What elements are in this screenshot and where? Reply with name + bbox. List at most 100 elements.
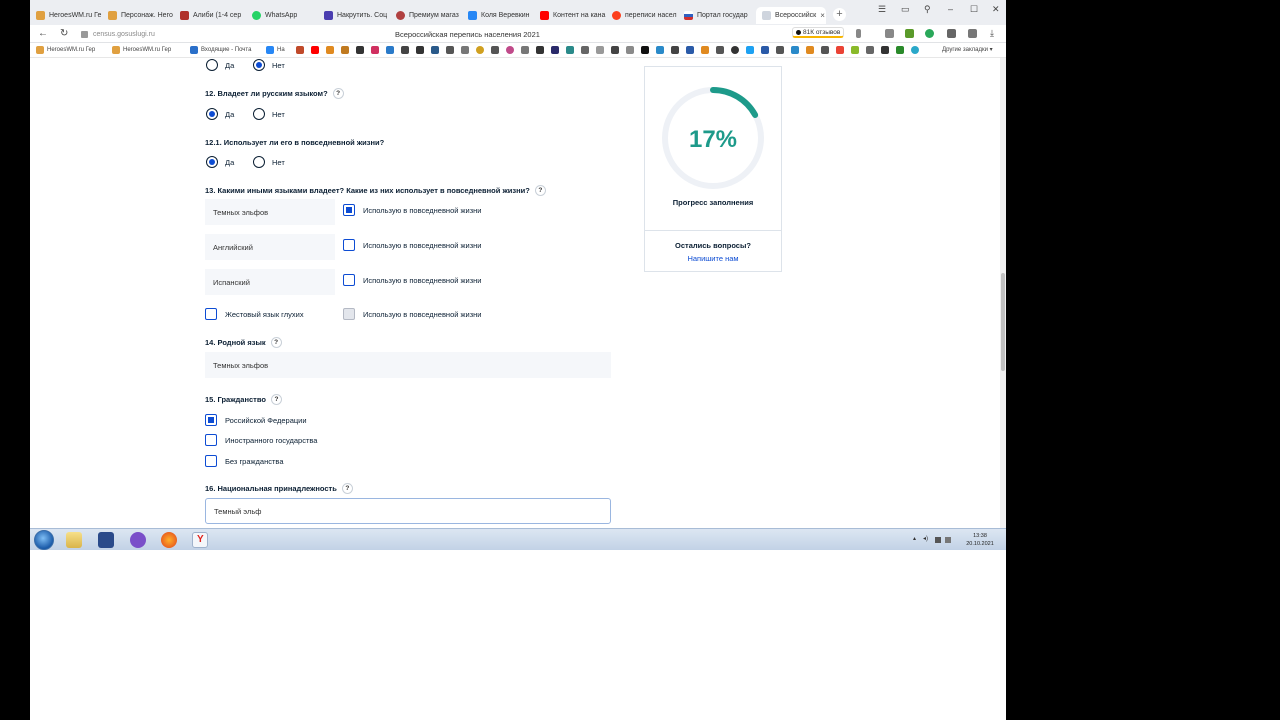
language-3-daily-checkbox[interactable] xyxy=(343,274,355,286)
save-icon[interactable] xyxy=(98,532,114,548)
help-icon[interactable]: ? xyxy=(332,88,344,99)
bookmark-icon-33[interactable] xyxy=(776,46,784,54)
tab-gosuslugi[interactable]: Портал государ xyxy=(684,7,750,24)
bookmark-vk[interactable]: На xyxy=(266,46,285,54)
sign-language-checkbox[interactable] xyxy=(205,308,217,320)
bookmark-icon-38[interactable] xyxy=(851,46,859,54)
download-ext-icon[interactable] xyxy=(905,29,914,38)
bookmark-icon-19[interactable] xyxy=(566,46,574,54)
bookmark-icon-36[interactable] xyxy=(821,46,829,54)
bookmark-icon-27[interactable] xyxy=(686,46,694,54)
bookmark-icon-23[interactable] xyxy=(626,46,634,54)
shield-icon[interactable] xyxy=(925,29,934,38)
tab-yandex[interactable]: переписи насел xyxy=(612,7,678,24)
bookmark-icon-21[interactable] xyxy=(596,46,604,54)
bookmark-icon[interactable] xyxy=(856,29,861,38)
q12-yes-radio[interactable] xyxy=(206,108,218,120)
viber-icon[interactable] xyxy=(130,532,146,548)
help-icon[interactable]: ? xyxy=(534,185,546,196)
bookmark-icon-17[interactable] xyxy=(536,46,544,54)
language-field-3[interactable]: Испанский xyxy=(205,269,335,295)
bookmark-icon-13[interactable] xyxy=(476,46,484,54)
q12-1-no-radio[interactable] xyxy=(253,156,265,168)
sync-icon[interactable] xyxy=(947,29,956,38)
tab-whatsapp[interactable]: WhatsApp xyxy=(252,7,318,24)
q11-no-radio[interactable] xyxy=(253,59,265,71)
tab-census-active[interactable]: Всероссийск × xyxy=(756,7,826,24)
tab-premium[interactable]: Премиум магаз xyxy=(396,7,462,24)
tab-close-icon[interactable]: × xyxy=(820,11,825,20)
citizenship-rf-checkbox[interactable] xyxy=(205,414,217,426)
bookmark-icon-25[interactable] xyxy=(656,46,664,54)
reviews-badge[interactable]: 81К отзывов xyxy=(792,27,845,38)
help-icon[interactable]: ? xyxy=(270,394,282,405)
bookmark-icon-14[interactable] xyxy=(491,46,499,54)
back-icon[interactable]: ← xyxy=(38,28,48,39)
youtube-icon[interactable] xyxy=(311,46,319,54)
clock[interactable]: 13:38 20.10.2021 xyxy=(962,532,998,548)
bookmark-icon-12[interactable] xyxy=(461,46,469,54)
explorer-icon[interactable] xyxy=(66,532,82,548)
bookmark-icon-4[interactable] xyxy=(341,46,349,54)
bookmark-heroes-2[interactable]: HeroesWM.ru Гер xyxy=(112,46,171,54)
bookmark-icon-41[interactable] xyxy=(896,46,904,54)
tab-alibi[interactable]: Алиби (1-4 сер xyxy=(180,7,246,24)
bookmark-icon-8[interactable] xyxy=(401,46,409,54)
bookmark-icon-5[interactable] xyxy=(356,46,364,54)
bookmark-icon-37[interactable] xyxy=(836,46,844,54)
native-language-field[interactable]: Темных эльфов xyxy=(205,352,611,378)
bookmark-icon-7[interactable] xyxy=(386,46,394,54)
language-field-1[interactable]: Темных эльфов xyxy=(205,199,335,225)
tab-youtube[interactable]: Контент на кана xyxy=(540,7,606,24)
bookmark-icon-11[interactable] xyxy=(446,46,454,54)
tab-boost[interactable]: Накрутить. Соц xyxy=(324,7,390,24)
bookmark-icon-3[interactable] xyxy=(326,46,334,54)
pin-icon[interactable]: ⚲ xyxy=(924,4,931,15)
bookmark-icon-29[interactable] xyxy=(716,46,724,54)
close-window-icon[interactable]: ✕ xyxy=(992,4,1000,15)
tab-character[interactable]: Персонаж. Него xyxy=(108,7,174,24)
menu-icon[interactable]: ☰ xyxy=(878,4,886,15)
start-button[interactable] xyxy=(34,530,54,550)
bookmark-icon-32[interactable] xyxy=(761,46,769,54)
bookmark-icon-26[interactable] xyxy=(671,46,679,54)
language-field-2[interactable]: Английский xyxy=(205,234,335,260)
q12-no-radio[interactable] xyxy=(253,108,265,120)
network-icon[interactable] xyxy=(935,537,941,543)
tray-arrow-icon[interactable]: ▴ xyxy=(913,535,916,542)
bookmark-icon-18[interactable] xyxy=(551,46,559,54)
tab-vk[interactable]: Коля Веревкин xyxy=(468,7,534,24)
maximize-icon[interactable]: ☐ xyxy=(970,4,978,15)
bookmark-icon-42[interactable] xyxy=(911,46,919,54)
twitter-icon[interactable] xyxy=(746,46,754,54)
bookmark-icon-30[interactable] xyxy=(731,46,739,54)
bookmark-heroes-1[interactable]: HeroesWM.ru Гер xyxy=(36,46,95,54)
bookmark-icon-39[interactable] xyxy=(866,46,874,54)
write-us-link[interactable]: Напишите нам xyxy=(645,254,781,263)
scrollbar-thumb[interactable] xyxy=(1001,273,1005,371)
bookmark-icon-24[interactable] xyxy=(641,46,649,54)
bookmark-mail[interactable]: Входящие - Почта xyxy=(190,46,251,54)
citizenship-none-checkbox[interactable] xyxy=(205,455,217,467)
bookmark-icon-35[interactable] xyxy=(806,46,814,54)
bookmark-icon-22[interactable] xyxy=(611,46,619,54)
minimize-icon[interactable]: – xyxy=(948,4,953,14)
language-1-daily-checkbox[interactable] xyxy=(343,204,355,216)
tab-heroes-1[interactable]: HeroesWM.ru Ге xyxy=(36,7,102,24)
reload-icon[interactable]: ↻ xyxy=(60,28,68,39)
bookmark-icon-20[interactable] xyxy=(581,46,589,54)
bookmark-icon-15[interactable] xyxy=(506,46,514,54)
tray-icon[interactable] xyxy=(945,537,951,543)
bookmark-icon-40[interactable] xyxy=(881,46,889,54)
language-2-daily-checkbox[interactable] xyxy=(343,239,355,251)
steam-icon[interactable] xyxy=(431,46,439,54)
yandex-browser-icon[interactable]: Y xyxy=(192,532,208,548)
firefox-icon[interactable] xyxy=(161,532,177,548)
help-icon[interactable]: ? xyxy=(270,337,282,348)
instagram-icon[interactable] xyxy=(371,46,379,54)
bookmark-icon-34[interactable] xyxy=(791,46,799,54)
citizenship-foreign-checkbox[interactable] xyxy=(205,434,217,446)
url-field[interactable]: census.gosuslugi.ru xyxy=(81,28,155,40)
screenshot-icon[interactable] xyxy=(968,29,977,38)
tabs-icon[interactable]: ▭ xyxy=(901,4,910,15)
